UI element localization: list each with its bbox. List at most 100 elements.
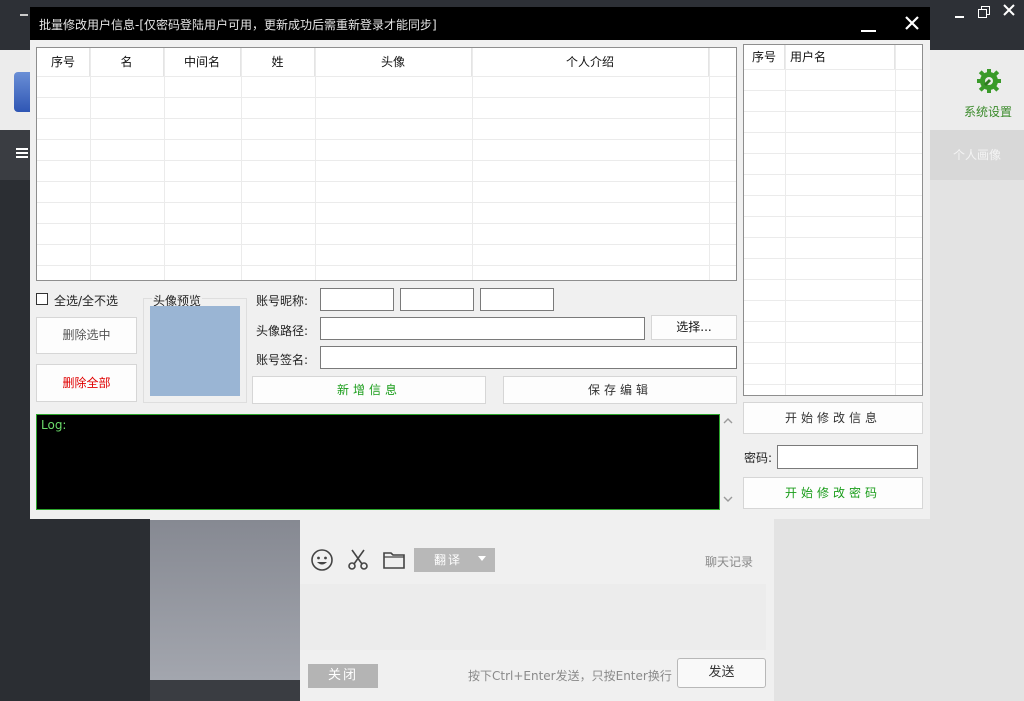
avatar-preview-image bbox=[150, 306, 240, 396]
save-edit-button[interactable]: 保存编辑 bbox=[503, 376, 737, 404]
grid-line bbox=[744, 111, 922, 112]
grid-line bbox=[744, 237, 922, 238]
grid-line bbox=[744, 153, 922, 154]
grid-line bbox=[37, 202, 736, 203]
chevron-down-icon bbox=[723, 496, 733, 502]
password-input[interactable] bbox=[777, 445, 918, 469]
hamburger-icon bbox=[16, 148, 28, 158]
system-settings-button[interactable]: 系统设置 bbox=[950, 62, 1024, 128]
grid-line bbox=[744, 69, 922, 70]
scissors-icon[interactable] bbox=[346, 548, 370, 572]
app-logo bbox=[14, 72, 30, 112]
dialog-close-button[interactable] bbox=[902, 13, 922, 33]
add-info-button[interactable]: 新增信息 bbox=[252, 376, 486, 404]
grid-line bbox=[241, 48, 242, 280]
gear-icon bbox=[977, 69, 1001, 93]
grid-line bbox=[744, 132, 922, 133]
grid-line bbox=[37, 76, 736, 77]
close-icon bbox=[905, 16, 919, 30]
dialog-minimize-button[interactable] bbox=[860, 15, 878, 33]
avatar-path-input[interactable] bbox=[320, 317, 645, 340]
delete-selected-button[interactable]: 删除选中 bbox=[36, 317, 137, 354]
nickname-label: 账号昵称: bbox=[256, 294, 309, 308]
column-header-username[interactable]: 用户名 bbox=[785, 45, 895, 69]
start-modify-info-button[interactable]: 开始修改信息 bbox=[743, 402, 923, 434]
grid-line bbox=[744, 195, 922, 196]
emoji-icon[interactable] bbox=[310, 548, 334, 572]
start-modify-password-button[interactable]: 开始修改密码 bbox=[743, 477, 923, 509]
grid-line bbox=[709, 48, 710, 280]
background-close-button[interactable] bbox=[1000, 3, 1018, 21]
dialog-title-bar[interactable]: 批量修改用户信息-[仅密码登陆用户可用，更新成功后需重新登录才能同步] bbox=[30, 7, 930, 40]
grid-line bbox=[315, 48, 316, 280]
signature-label: 账号签名: bbox=[256, 353, 309, 367]
password-label: 密码: bbox=[744, 451, 773, 465]
column-header-avatar[interactable]: 头像 bbox=[315, 48, 472, 76]
grid-line bbox=[744, 258, 922, 259]
grid-line bbox=[744, 90, 922, 91]
contact-list-panel bbox=[150, 520, 300, 680]
grid-line bbox=[37, 118, 736, 119]
restore-icon-back bbox=[978, 9, 987, 18]
signature-input[interactable] bbox=[320, 346, 737, 369]
scroll-up-icon[interactable] bbox=[722, 417, 734, 429]
username-grid[interactable]: 序号 用户名 bbox=[743, 44, 923, 396]
user-info-grid[interactable]: 序号 名 中间名 姓 头像 个人介绍 bbox=[36, 47, 737, 281]
chevron-down-icon bbox=[478, 556, 486, 561]
system-settings-label: 系统设置 bbox=[963, 105, 1012, 119]
log-label: Log: bbox=[41, 418, 67, 432]
scroll-down-icon[interactable] bbox=[722, 495, 734, 507]
close-icon bbox=[1003, 4, 1015, 16]
grid-line bbox=[744, 300, 922, 301]
column-header-index[interactable]: 序号 bbox=[744, 45, 785, 69]
log-console[interactable]: Log: bbox=[36, 414, 720, 510]
grid-line bbox=[164, 48, 165, 280]
batch-edit-user-dialog: 批量修改用户信息-[仅密码登陆用户可用，更新成功后需重新登录才能同步] 序号 名… bbox=[30, 7, 930, 519]
grid-line bbox=[785, 45, 786, 395]
grid-line bbox=[744, 384, 922, 385]
select-all-label[interactable]: 全选/全不选 bbox=[54, 292, 118, 309]
send-button[interactable]: 发送 bbox=[677, 658, 766, 688]
grid-line bbox=[744, 279, 922, 280]
last-name-input[interactable] bbox=[480, 288, 554, 311]
select-all-checkbox[interactable] bbox=[36, 293, 48, 305]
chat-history-link[interactable]: 聊天记录 bbox=[705, 553, 753, 570]
background-minimize-button[interactable] bbox=[950, 4, 970, 22]
grid-line bbox=[744, 174, 922, 175]
minimize-icon bbox=[955, 16, 964, 18]
column-header-middle-name[interactable]: 中间名 bbox=[164, 48, 241, 76]
chat-input-area[interactable] bbox=[300, 584, 766, 650]
translate-label: 翻译 bbox=[434, 553, 463, 567]
grid-line bbox=[744, 342, 922, 343]
delete-all-button[interactable]: 删除全部 bbox=[36, 364, 137, 402]
background-right-panel-top bbox=[930, 180, 1024, 520]
first-name-input[interactable] bbox=[320, 288, 394, 311]
grid-line bbox=[37, 265, 736, 266]
column-header-first-name[interactable]: 名 bbox=[90, 48, 164, 76]
column-header-last-name[interactable]: 姓 bbox=[241, 48, 315, 76]
choose-file-button[interactable]: 选择... bbox=[651, 315, 737, 340]
folder-icon[interactable] bbox=[382, 548, 406, 572]
column-header-bio[interactable]: 个人介绍 bbox=[472, 48, 709, 76]
grid-line bbox=[472, 48, 473, 280]
grid-line bbox=[37, 139, 736, 140]
menu-icon[interactable] bbox=[16, 146, 30, 162]
grid-line bbox=[37, 160, 736, 161]
grid-line bbox=[90, 48, 91, 280]
column-header-index[interactable]: 序号 bbox=[37, 48, 90, 76]
background-window-dash bbox=[20, 14, 28, 16]
close-chat-button[interactable]: 关闭 bbox=[308, 664, 378, 688]
background-restore-button[interactable] bbox=[976, 4, 994, 22]
send-hint: 按下Ctrl+Enter发送，只按Enter换行 bbox=[468, 669, 672, 683]
grid-line bbox=[37, 97, 736, 98]
grid-line bbox=[744, 216, 922, 217]
chevron-up-icon bbox=[723, 418, 733, 424]
grid-line bbox=[744, 363, 922, 364]
middle-name-input[interactable] bbox=[400, 288, 474, 311]
avatar-path-label: 头像路径: bbox=[256, 324, 309, 338]
grid-line bbox=[37, 223, 736, 224]
grid-line bbox=[895, 45, 896, 395]
dialog-title: 批量修改用户信息-[仅密码登陆用户可用，更新成功后需重新登录才能同步] bbox=[39, 18, 437, 32]
tab-personal-avatar[interactable]: 个人画像 bbox=[930, 130, 1024, 180]
grid-line bbox=[744, 321, 922, 322]
